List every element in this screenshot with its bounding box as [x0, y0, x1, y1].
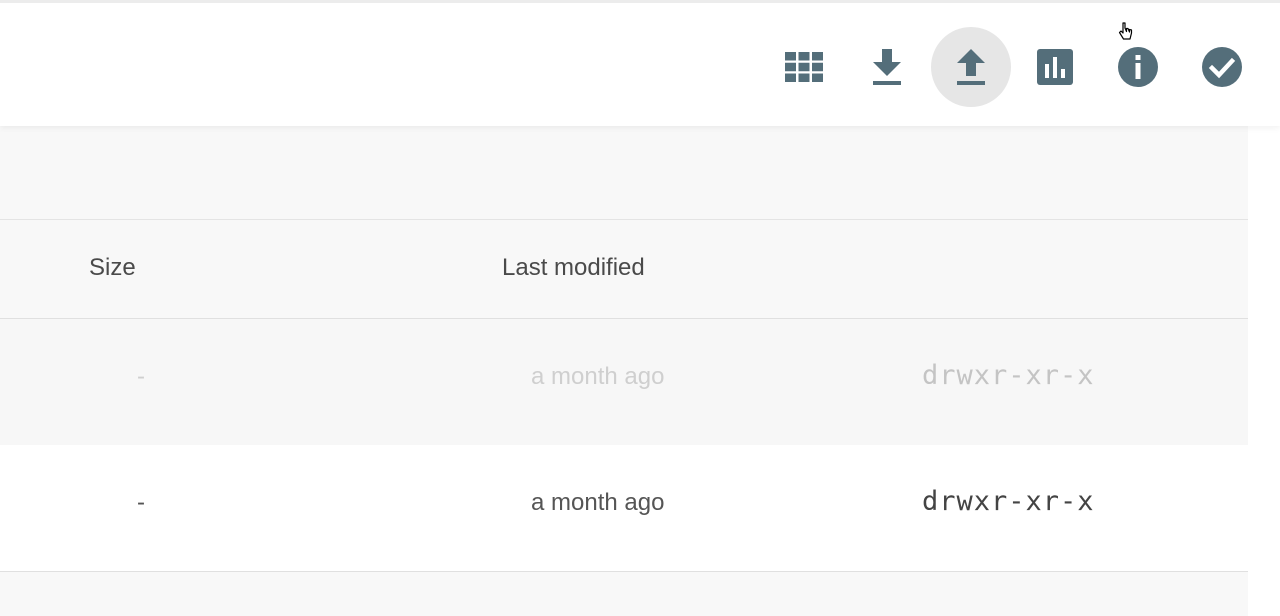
pointer-cursor-icon [1118, 22, 1133, 40]
info-button[interactable] [1098, 27, 1178, 107]
table-row[interactable]: - a month ago drwxr-xr-x [0, 445, 1248, 572]
bar-chart-icon [1037, 49, 1073, 85]
grid-view-button[interactable] [764, 27, 844, 107]
statistics-button[interactable] [1015, 27, 1095, 107]
download-icon [873, 49, 901, 85]
file-list-area: Size Last modified - a month ago drwxr-x… [0, 126, 1248, 616]
size-cell: - [137, 489, 145, 516]
check-circle-icon [1202, 47, 1242, 87]
grid-view-icon [785, 52, 823, 82]
last-modified-cell: a month ago [531, 363, 665, 390]
top-toolbar [0, 0, 1280, 126]
confirm-button[interactable] [1182, 27, 1262, 107]
table-header: Size Last modified [0, 219, 1248, 319]
permissions-cell: drwxr-xr-x [922, 360, 1095, 391]
size-cell: - [137, 363, 145, 390]
size-column-header[interactable]: Size [89, 254, 136, 282]
permissions-cell: drwxr-xr-x [922, 486, 1095, 517]
upload-button[interactable] [931, 27, 1011, 107]
last-modified-cell: a month ago [531, 489, 665, 516]
upload-icon [957, 49, 985, 85]
download-button[interactable] [847, 27, 927, 107]
last-modified-column-header[interactable]: Last modified [502, 254, 645, 282]
scrollbar-track[interactable] [1248, 126, 1280, 616]
info-icon [1118, 47, 1158, 87]
table-row[interactable]: - a month ago drwxr-xr-x [0, 319, 1248, 445]
